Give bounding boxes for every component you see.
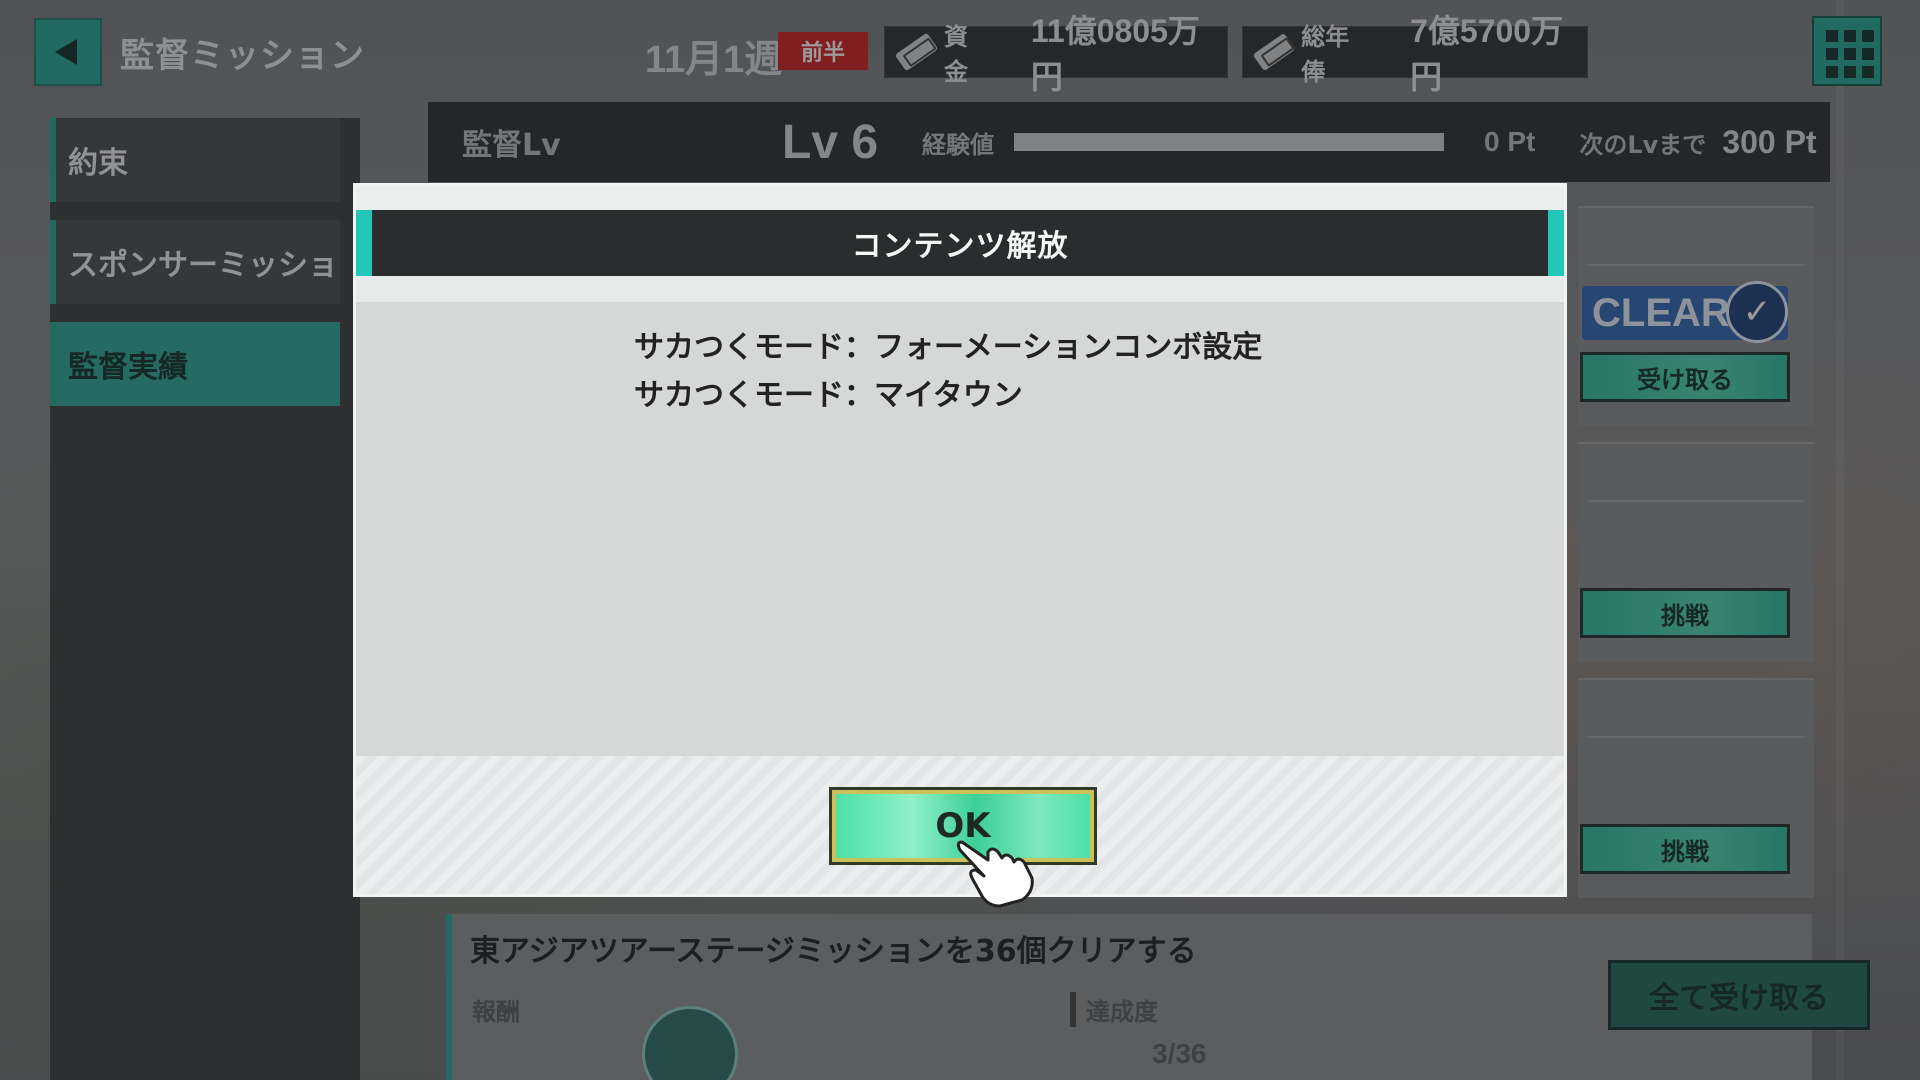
content-unlock-dialog: コンテンツ解放 サカつくモード：フォーメーションコンボ設定 サカつくモード：マイ…: [353, 183, 1567, 908]
dialog-body: サカつくモード：フォーメーションコンボ設定 サカつくモード：マイタウン: [356, 302, 1564, 756]
dialog-footer: OK: [356, 756, 1564, 908]
pointer-hand-icon: [956, 840, 1034, 908]
unlock-item: サカつくモード：フォーメーションコンボ設定: [634, 330, 1263, 365]
unlock-list: サカつくモード：フォーメーションコンボ設定 サカつくモード：マイタウン: [634, 324, 1262, 420]
unlock-item: サカつくモード：マイタウン: [634, 378, 1023, 413]
dialog-title: コンテンツ解放: [356, 210, 1564, 276]
